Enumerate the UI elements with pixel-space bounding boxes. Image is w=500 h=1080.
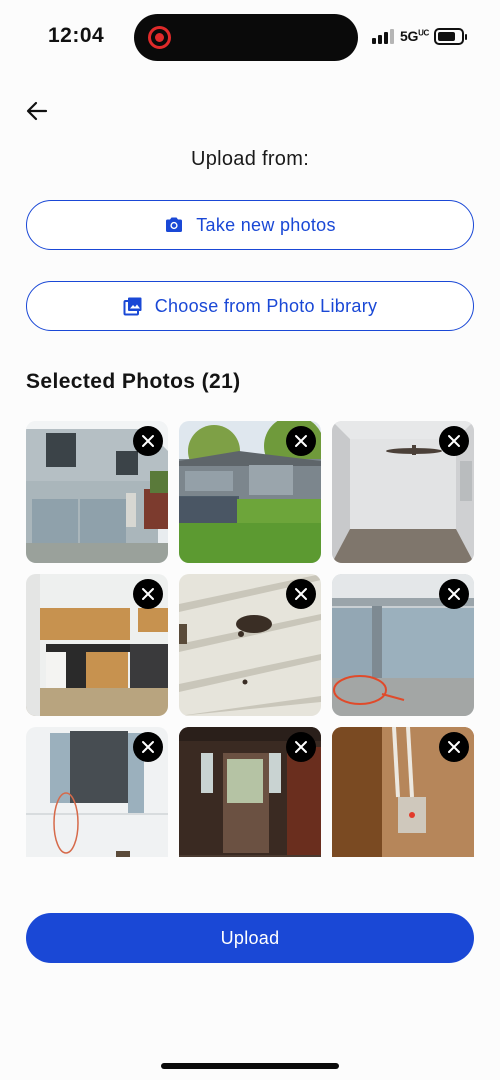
photo-thumbnail[interactable] bbox=[332, 421, 474, 563]
take-new-photos-label: Take new photos bbox=[196, 214, 336, 235]
close-icon bbox=[142, 435, 154, 447]
close-icon bbox=[448, 435, 460, 447]
status-time: 12:04 bbox=[48, 24, 105, 47]
arrow-left-icon bbox=[26, 101, 48, 121]
upload-from-label: Upload from: bbox=[190, 148, 310, 170]
network-label: 5G bbox=[400, 28, 419, 44]
photo-thumbnail[interactable] bbox=[332, 574, 474, 716]
selected-photos-grid[interactable] bbox=[26, 421, 474, 857]
recording-indicator-icon bbox=[148, 26, 171, 49]
photo-thumbnail[interactable] bbox=[179, 727, 321, 857]
close-icon bbox=[142, 741, 154, 753]
photo-library-icon bbox=[123, 296, 143, 316]
photo-thumbnail[interactable] bbox=[179, 421, 321, 563]
photo-thumbnail[interactable] bbox=[26, 727, 168, 857]
network-type: 5GUC bbox=[400, 28, 429, 44]
photo-thumbnail[interactable] bbox=[332, 727, 474, 857]
remove-photo-button[interactable] bbox=[439, 426, 469, 456]
take-new-photos-button[interactable]: Take new photos bbox=[26, 200, 474, 250]
close-icon bbox=[448, 588, 460, 600]
close-icon bbox=[448, 741, 460, 753]
dynamic-island bbox=[134, 14, 358, 61]
choose-from-library-button[interactable]: Choose from Photo Library bbox=[26, 281, 474, 331]
photo-thumbnail[interactable] bbox=[179, 574, 321, 716]
remove-photo-button[interactable] bbox=[439, 732, 469, 762]
remove-photo-button[interactable] bbox=[133, 579, 163, 609]
home-indicator bbox=[161, 1063, 339, 1069]
choose-from-library-label: Choose from Photo Library bbox=[154, 295, 378, 316]
back-button[interactable] bbox=[22, 96, 52, 126]
battery-icon bbox=[434, 28, 467, 45]
camera-icon bbox=[164, 215, 184, 235]
status-bar: 12:04 5GUC bbox=[0, 0, 500, 76]
network-sup: UC bbox=[418, 28, 430, 38]
close-icon bbox=[142, 588, 154, 600]
remove-photo-button[interactable] bbox=[286, 579, 316, 609]
cellular-signal-icon bbox=[372, 29, 394, 44]
selected-photos-title: Selected Photos (21) bbox=[26, 370, 241, 393]
photo-thumbnail[interactable] bbox=[26, 421, 168, 563]
remove-photo-button[interactable] bbox=[133, 732, 163, 762]
remove-photo-button[interactable] bbox=[439, 579, 469, 609]
close-icon bbox=[295, 741, 307, 753]
photo-thumbnail[interactable] bbox=[26, 574, 168, 716]
remove-photo-button[interactable] bbox=[286, 426, 316, 456]
remove-photo-button[interactable] bbox=[286, 732, 316, 762]
upload-button[interactable]: Upload bbox=[26, 913, 474, 963]
remove-photo-button[interactable] bbox=[133, 426, 163, 456]
close-icon bbox=[295, 588, 307, 600]
close-icon bbox=[295, 435, 307, 447]
